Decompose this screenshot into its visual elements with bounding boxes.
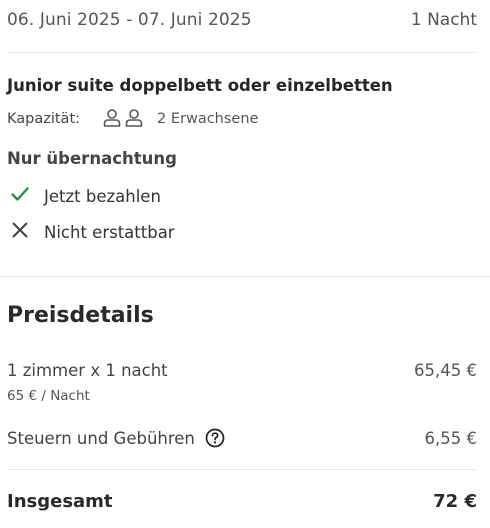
taxes-value: 6,55 € (424, 429, 477, 448)
close-icon (10, 220, 30, 244)
per-night-price: 65 € / Nacht (7, 388, 90, 404)
section-divider (0, 276, 490, 277)
person-icon (102, 108, 122, 132)
capacity-value: 2 Erwachsene (157, 111, 259, 127)
stay-dates: 06. Juni 2025 - 07. Juni 2025 (7, 10, 252, 30)
feature-non-refundable: Nicht erstattbar (10, 220, 175, 244)
total-value: 72 € (433, 491, 477, 512)
room-title: Junior suite doppelbett oder einzelbette… (7, 76, 393, 95)
help-circle-icon[interactable] (205, 428, 225, 452)
board-type: Nur übernachtung (7, 149, 177, 168)
price-details-title: Preisdetails (7, 303, 154, 328)
capacity-label: Kapazität: (7, 111, 81, 127)
person-icon (124, 108, 144, 132)
check-icon (10, 184, 30, 208)
rooms-label: 1 zimmer x 1 nacht (7, 361, 168, 380)
feature-pay-now: Jetzt bezahlen (10, 184, 161, 208)
feature-label: Jetzt bezahlen (44, 186, 161, 206)
feature-label: Nicht erstattbar (44, 222, 175, 242)
top-divider (7, 52, 476, 53)
total-divider (7, 469, 476, 470)
capacity-icons (102, 108, 144, 132)
rooms-value: 65,45 € (414, 361, 477, 380)
total-label: Insgesamt (7, 491, 113, 512)
taxes-label: Steuern und Gebühren (7, 429, 195, 448)
nights-count: 1 Nacht (410, 10, 477, 30)
